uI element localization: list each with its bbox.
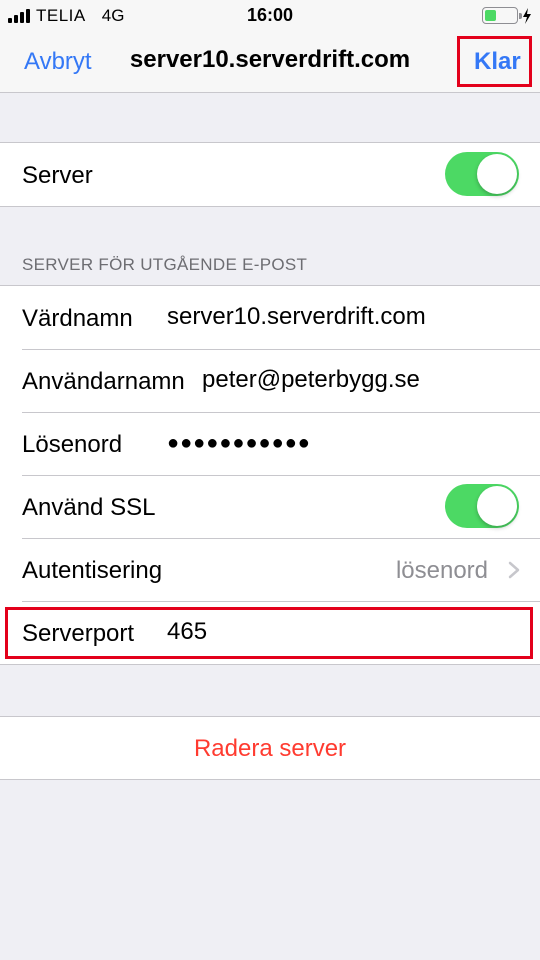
server-port-row[interactable]: Serverport 465	[0, 601, 540, 664]
server-row: Server	[0, 143, 540, 206]
server-label: Server	[22, 162, 93, 189]
ssl-toggle[interactable]	[445, 484, 519, 528]
status-right	[482, 7, 532, 24]
section-header: SERVER FÖR UTGÅENDE E-POST	[22, 255, 308, 274]
navigation-bar: Avbryt server10.serverdrift.com Klar	[0, 30, 540, 93]
server-port-field[interactable]: 465	[167, 618, 207, 646]
toggle-knob	[477, 486, 517, 526]
bolt-icon	[523, 7, 531, 24]
authentication-value: lösenord	[395, 557, 488, 584]
status-bar: TELIA 4G 16:00	[0, 0, 540, 30]
battery-icon	[482, 7, 522, 24]
server-group: Server	[0, 142, 540, 207]
ssl-label: Använd SSL	[22, 494, 156, 521]
username-field[interactable]: peter@peterbygg.se	[202, 366, 420, 394]
chevron-right-icon	[508, 561, 520, 579]
hostname-label: Värdnamn	[22, 305, 133, 332]
clock: 16:00	[246, 5, 294, 25]
ssl-row: Använd SSL	[0, 475, 540, 538]
password-row[interactable]: Lösenord ●●●●●●●●●●●	[0, 412, 540, 475]
hostname-row[interactable]: Värdnamn server10.serverdrift.com	[0, 286, 540, 349]
battery-fill	[485, 10, 496, 21]
server-toggle[interactable]	[445, 152, 519, 196]
password-label: Lösenord	[22, 431, 123, 458]
delete-group: Radera server	[0, 716, 540, 780]
delete-server-row[interactable]: Radera server	[0, 717, 540, 779]
server-port-label: Serverport	[22, 620, 135, 647]
done-button[interactable]: Klar	[474, 48, 521, 76]
hostname-field[interactable]: server10.serverdrift.com	[167, 303, 426, 331]
password-field[interactable]: ●●●●●●●●●●●	[167, 432, 311, 455]
username-row[interactable]: Användarnamn peter@peterbygg.se	[0, 349, 540, 412]
delete-server-button[interactable]: Radera server	[0, 735, 540, 763]
username-label: Användarnamn	[22, 368, 185, 395]
authentication-label: Autentisering	[22, 557, 163, 584]
toggle-knob	[477, 154, 517, 194]
outgoing-server-group: Värdnamn server10.serverdrift.com Använd…	[0, 285, 540, 665]
authentication-row[interactable]: Autentisering lösenord	[0, 538, 540, 601]
done-highlight-box: Klar	[457, 36, 532, 87]
